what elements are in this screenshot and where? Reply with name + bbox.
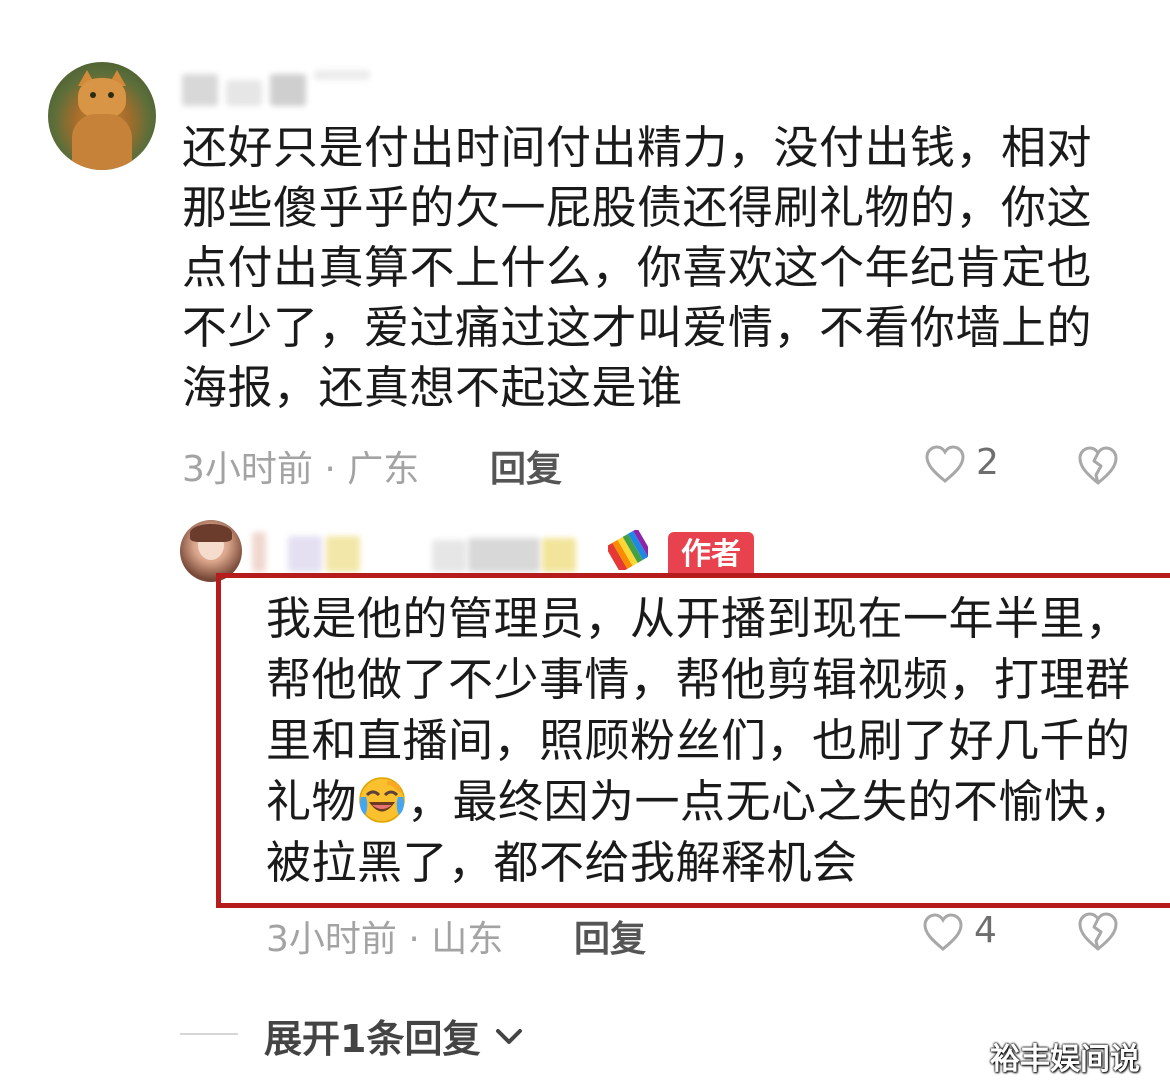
heart-icon <box>925 445 965 483</box>
meta-separator: · <box>324 449 336 490</box>
expand-replies-button[interactable]: 展开1条回复 <box>264 1008 524 1063</box>
comment-location: 广东 <box>347 449 420 490</box>
like-button[interactable]: 2 <box>924 442 1004 488</box>
meta-separator: · <box>408 919 420 960</box>
comment-text: 还好只是付出时间付出精力，没付出钱，相对那些傻乎乎的欠一屁股债还得刷礼物的，你这… <box>182 121 1093 414</box>
broken-heart-icon <box>1078 446 1118 485</box>
reply-meta: 3小时前 · 山东 <box>266 910 503 962</box>
commenter-avatar[interactable] <box>48 62 156 170</box>
reply-text: 我是他的管理员，从开播到现在一年半里，帮他做了不少事情，帮他剪辑视频，打理群里和… <box>266 588 1146 893</box>
comment-time: 3小时前 <box>182 449 313 490</box>
divider <box>180 1033 238 1035</box>
reply-time: 3小时前 <box>266 919 397 960</box>
like-count: 2 <box>976 442 999 483</box>
dislike-button[interactable] <box>1076 910 1120 952</box>
like-button[interactable]: 4 <box>922 910 1002 956</box>
reply-location: 山东 <box>431 919 504 960</box>
replier-name-redacted <box>252 532 602 576</box>
comment-meta: 3小时前 · 广东 <box>182 440 419 492</box>
broken-heart-icon <box>1078 912 1118 951</box>
commenter-name-redacted <box>182 70 372 106</box>
rainbow-icon <box>608 530 648 570</box>
expand-replies-label: 展开1条回复 <box>264 1017 481 1061</box>
laughing-crying-emoji-icon <box>359 777 405 823</box>
author-badge: 作者 <box>668 532 754 578</box>
watermark: 裕丰娱间说 <box>990 1042 1140 1077</box>
dislike-button[interactable] <box>1076 444 1120 486</box>
reply-button[interactable]: 回复 <box>490 440 562 492</box>
chevron-down-icon <box>495 1029 522 1044</box>
reply-button[interactable]: 回复 <box>574 910 646 962</box>
heart-icon <box>923 913 963 951</box>
like-count: 4 <box>974 910 997 951</box>
